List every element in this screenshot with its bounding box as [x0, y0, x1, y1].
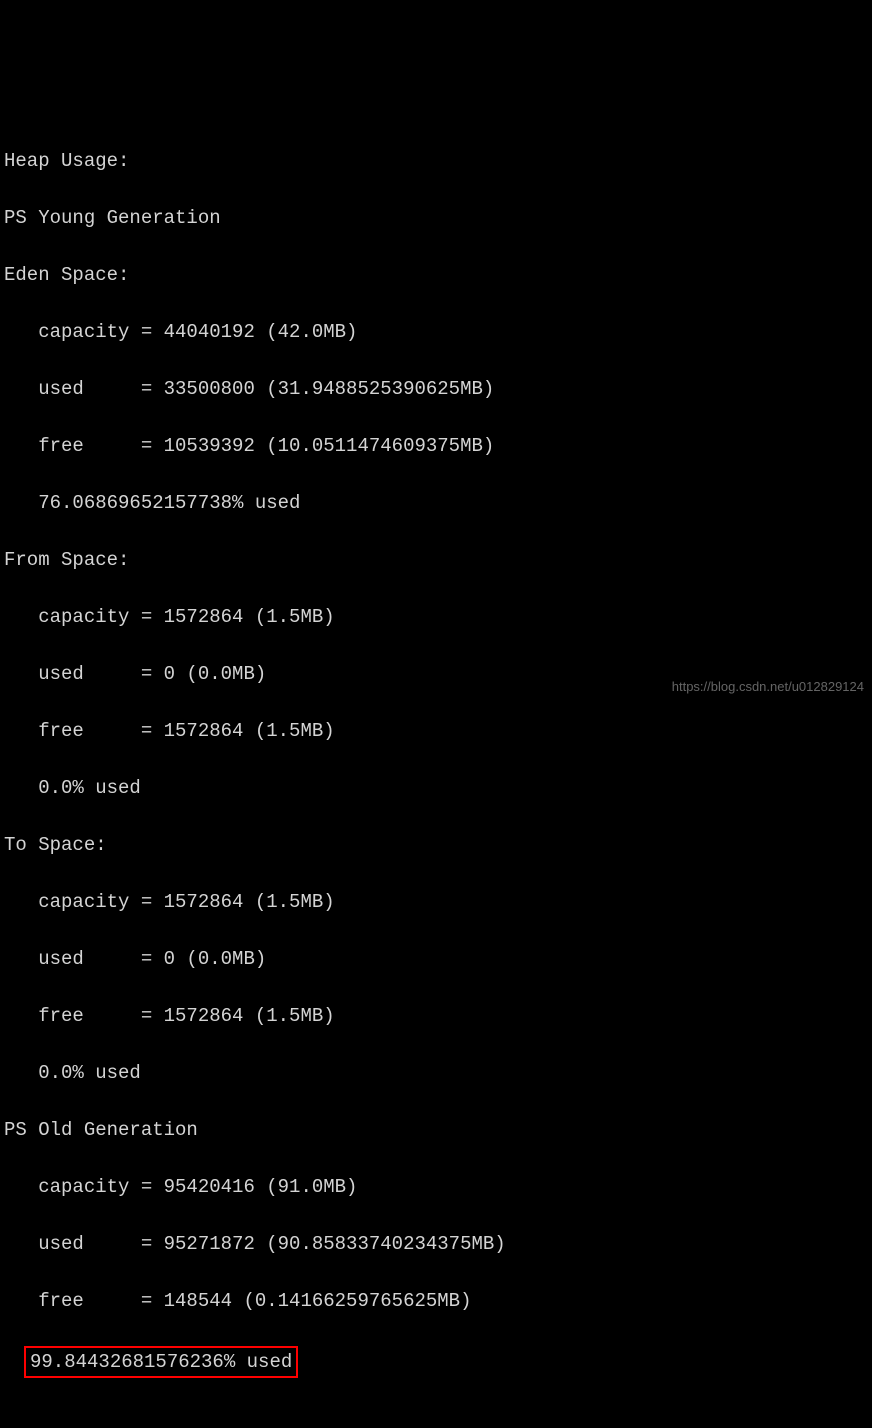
from-free: free = 1572864 (1.5MB): [4, 717, 872, 746]
old-free: free = 148544 (0.14166259765625MB): [4, 1287, 872, 1316]
from-percent: 0.0% used: [4, 774, 872, 803]
eden-capacity: capacity = 44040192 (42.0MB): [4, 318, 872, 347]
eden-free: free = 10539392 (10.0511474609375MB): [4, 432, 872, 461]
from-title: From Space:: [4, 546, 872, 575]
eden-percent: 76.06869652157738% used: [4, 489, 872, 518]
old-used: used = 95271872 (90.85833740234375MB): [4, 1230, 872, 1259]
old-percent-highlighted: 99.84432681576236% used: [24, 1346, 298, 1379]
old-title: PS Old Generation: [4, 1116, 872, 1145]
terminal-output: Heap Usage: PS Young Generation Eden Spa…: [4, 118, 872, 1428]
old-capacity: capacity = 95420416 (91.0MB): [4, 1173, 872, 1202]
to-title: To Space:: [4, 831, 872, 860]
eden-used: used = 33500800 (31.9488525390625MB): [4, 375, 872, 404]
watermark-text: https://blog.csdn.net/u012829124: [672, 677, 864, 697]
from-capacity: capacity = 1572864 (1.5MB): [4, 603, 872, 632]
to-capacity: capacity = 1572864 (1.5MB): [4, 888, 872, 917]
heap-usage-label: Heap Usage:: [4, 147, 872, 176]
ps-young-label: PS Young Generation: [4, 204, 872, 233]
eden-title: Eden Space:: [4, 261, 872, 290]
to-free: free = 1572864 (1.5MB): [4, 1002, 872, 1031]
blank-line: [4, 1378, 872, 1407]
to-used: used = 0 (0.0MB): [4, 945, 872, 974]
to-percent: 0.0% used: [4, 1059, 872, 1088]
